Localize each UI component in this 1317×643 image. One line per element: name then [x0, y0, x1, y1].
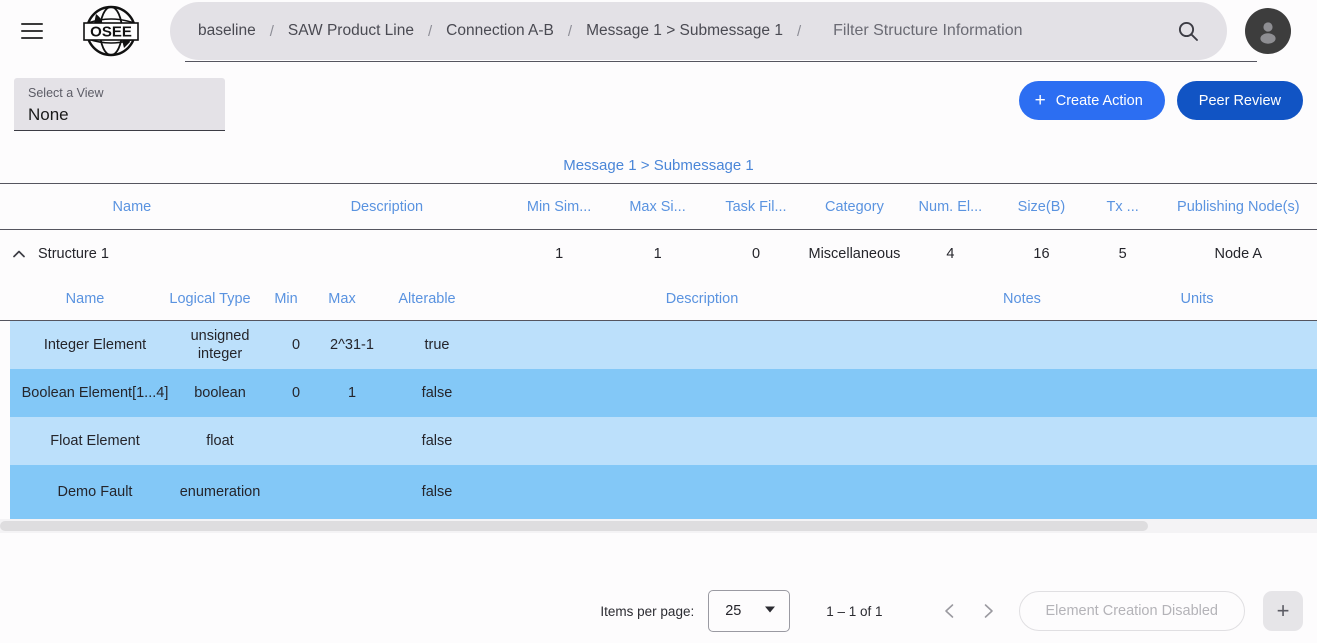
items-per-page-label: Items per page: [600, 603, 695, 619]
peer-review-label: Peer Review [1198, 92, 1281, 109]
element-name: Demo Fault [57, 484, 133, 500]
structure-name-cell[interactable]: Structure 1 [0, 245, 264, 263]
structure-size-bytes: 16 [1033, 245, 1050, 262]
structure-task-file-type: 0 [751, 245, 761, 262]
filter-structure-input[interactable] [831, 21, 1175, 41]
create-action-button[interactable]: + Create Action [1018, 81, 1165, 120]
items-per-page-select[interactable]: 25 [708, 590, 791, 632]
select-a-view-dropdown[interactable]: Select a View None [14, 78, 225, 131]
action-buttons: + Create Action Peer Review [1018, 81, 1303, 120]
element-alterable: false [421, 484, 453, 500]
structure-max-simultaneity: 1 [653, 245, 662, 262]
chevron-down-icon [763, 602, 777, 621]
structure-table: Name Description Min Sim... Max Si... Ta… [0, 184, 1317, 277]
page-subtitle: Message 1 > Submessage 1 [0, 147, 1317, 183]
element-creation-disabled-label: Element Creation Disabled [1045, 603, 1218, 619]
structure-table-header: Name Description Min Sim... Max Si... Ta… [0, 184, 1317, 229]
element-name: Integer Element [43, 337, 147, 353]
column-header-tx-rate[interactable]: Tx ... [1086, 199, 1160, 215]
breadcrumb-separator: / [269, 22, 274, 40]
element-table-row[interactable]: Float Element float false [10, 417, 1317, 465]
element-max: 2^31-1 [330, 337, 374, 353]
previous-page-button[interactable] [931, 592, 969, 630]
structure-min-simultaneity: 1 [555, 245, 564, 262]
element-alterable: false [421, 433, 453, 449]
breadcrumb-item-product-line[interactable]: SAW Product Line [288, 22, 414, 40]
plus-icon: + [1034, 90, 1046, 111]
search-icon[interactable] [1175, 18, 1201, 44]
structure-name: Structure 1 [38, 245, 109, 262]
element-alterable: false [421, 385, 453, 401]
element-name: Float Element [50, 433, 140, 449]
structure-num-elements: 4 [946, 245, 955, 262]
element-table-row[interactable]: Boolean Element[1...4] boolean 0 1 false [10, 369, 1317, 417]
breadcrumb-separator: / [796, 22, 802, 40]
view-and-actions-bar: Select a View None + Create Action Peer … [0, 62, 1317, 147]
element-logical-type: float [206, 433, 234, 449]
element-logical-type: unsigned integer [190, 328, 250, 362]
element-table-row[interactable]: Demo Fault enumeration false [10, 465, 1317, 519]
column-header-num-elements[interactable]: Num. El... [904, 199, 998, 215]
column-header-category[interactable]: Category [805, 199, 903, 215]
column-header-min-simultaneity[interactable]: Min Sim... [510, 199, 608, 215]
column-header-publishing-nodes[interactable]: Publishing Node(s) [1160, 199, 1317, 215]
next-page-button[interactable] [969, 592, 1007, 630]
column-header-description[interactable]: Description [264, 199, 510, 215]
element-table-header: Name Logical Type Min Max Alterable Desc… [0, 277, 1317, 321]
breadcrumb-item-submessage[interactable]: Message 1 > Submessage 1 [586, 22, 783, 40]
select-a-view-value: None [28, 105, 69, 124]
element-column-header-logical-type[interactable]: Logical Type [160, 291, 260, 307]
element-column-header-min[interactable]: Min [260, 291, 312, 307]
create-action-label: Create Action [1055, 92, 1143, 109]
osee-logo: OSEE [80, 3, 142, 59]
element-column-header-alterable[interactable]: Alterable [372, 291, 482, 307]
element-logical-type: boolean [194, 385, 246, 401]
horizontal-scrollbar[interactable] [0, 519, 1317, 533]
select-a-view-label: Select a View [28, 86, 104, 100]
element-alterable: true [424, 337, 450, 353]
horizontal-scrollbar-thumb[interactable] [0, 521, 1148, 531]
element-min: 0 [291, 337, 301, 353]
hamburger-menu-icon[interactable] [10, 9, 54, 53]
element-name: Boolean Element[1...4] [21, 385, 169, 401]
add-element-button[interactable]: + [1263, 591, 1303, 631]
element-table-row[interactable]: Integer Element unsigned integer 0 2^31-… [10, 321, 1317, 369]
peer-review-button[interactable]: Peer Review [1176, 81, 1303, 120]
element-column-header-name[interactable]: Name [0, 291, 160, 307]
element-min: 0 [291, 385, 301, 401]
breadcrumb-search-bar: baseline / SAW Product Line / Connection… [170, 2, 1227, 60]
submessage-link[interactable]: Message 1 > Submessage 1 [563, 157, 754, 174]
structure-publishing-nodes: Node A [1214, 245, 1263, 262]
page-range-label: 1 – 1 of 1 [826, 603, 883, 619]
element-column-header-units[interactable]: Units [1122, 291, 1272, 307]
column-header-max-simultaneity[interactable]: Max Si... [608, 199, 706, 215]
element-max: 1 [347, 385, 357, 401]
structure-table-row[interactable]: Structure 1 1 1 0 Miscellaneous 4 16 5 N… [0, 230, 1317, 277]
column-header-name[interactable]: Name [0, 199, 264, 215]
table-paginator: Items per page: 25 1 – 1 of 1 Element Cr… [0, 579, 1317, 643]
plus-icon: + [1276, 598, 1290, 623]
column-header-task-file-type[interactable]: Task Fil... [707, 199, 805, 215]
element-logical-type: enumeration [179, 484, 261, 500]
items-per-page-value: 25 [725, 603, 742, 619]
breadcrumb-item-baseline[interactable]: baseline [198, 22, 256, 40]
element-table: Name Logical Type Min Max Alterable Desc… [0, 277, 1317, 533]
svg-text:OSEE: OSEE [90, 24, 132, 41]
element-column-header-notes[interactable]: Notes [922, 291, 1122, 307]
chevron-up-icon[interactable] [10, 245, 28, 263]
element-creation-disabled-button: Element Creation Disabled [1018, 591, 1245, 631]
structure-tx-rate: 5 [1118, 245, 1127, 262]
column-header-size-bytes[interactable]: Size(B) [997, 199, 1086, 215]
top-app-bar: OSEE baseline / SAW Product Line / Conne… [0, 0, 1317, 62]
breadcrumb-separator: / [428, 22, 433, 40]
breadcrumb-separator: / [567, 22, 573, 40]
breadcrumb-item-connection[interactable]: Connection A-B [446, 22, 554, 40]
element-column-header-max[interactable]: Max [312, 291, 372, 307]
breadcrumb: baseline / SAW Product Line / Connection… [198, 22, 815, 40]
user-avatar[interactable] [1245, 8, 1291, 54]
structure-category: Miscellaneous [808, 245, 901, 262]
element-column-header-description[interactable]: Description [482, 291, 922, 307]
